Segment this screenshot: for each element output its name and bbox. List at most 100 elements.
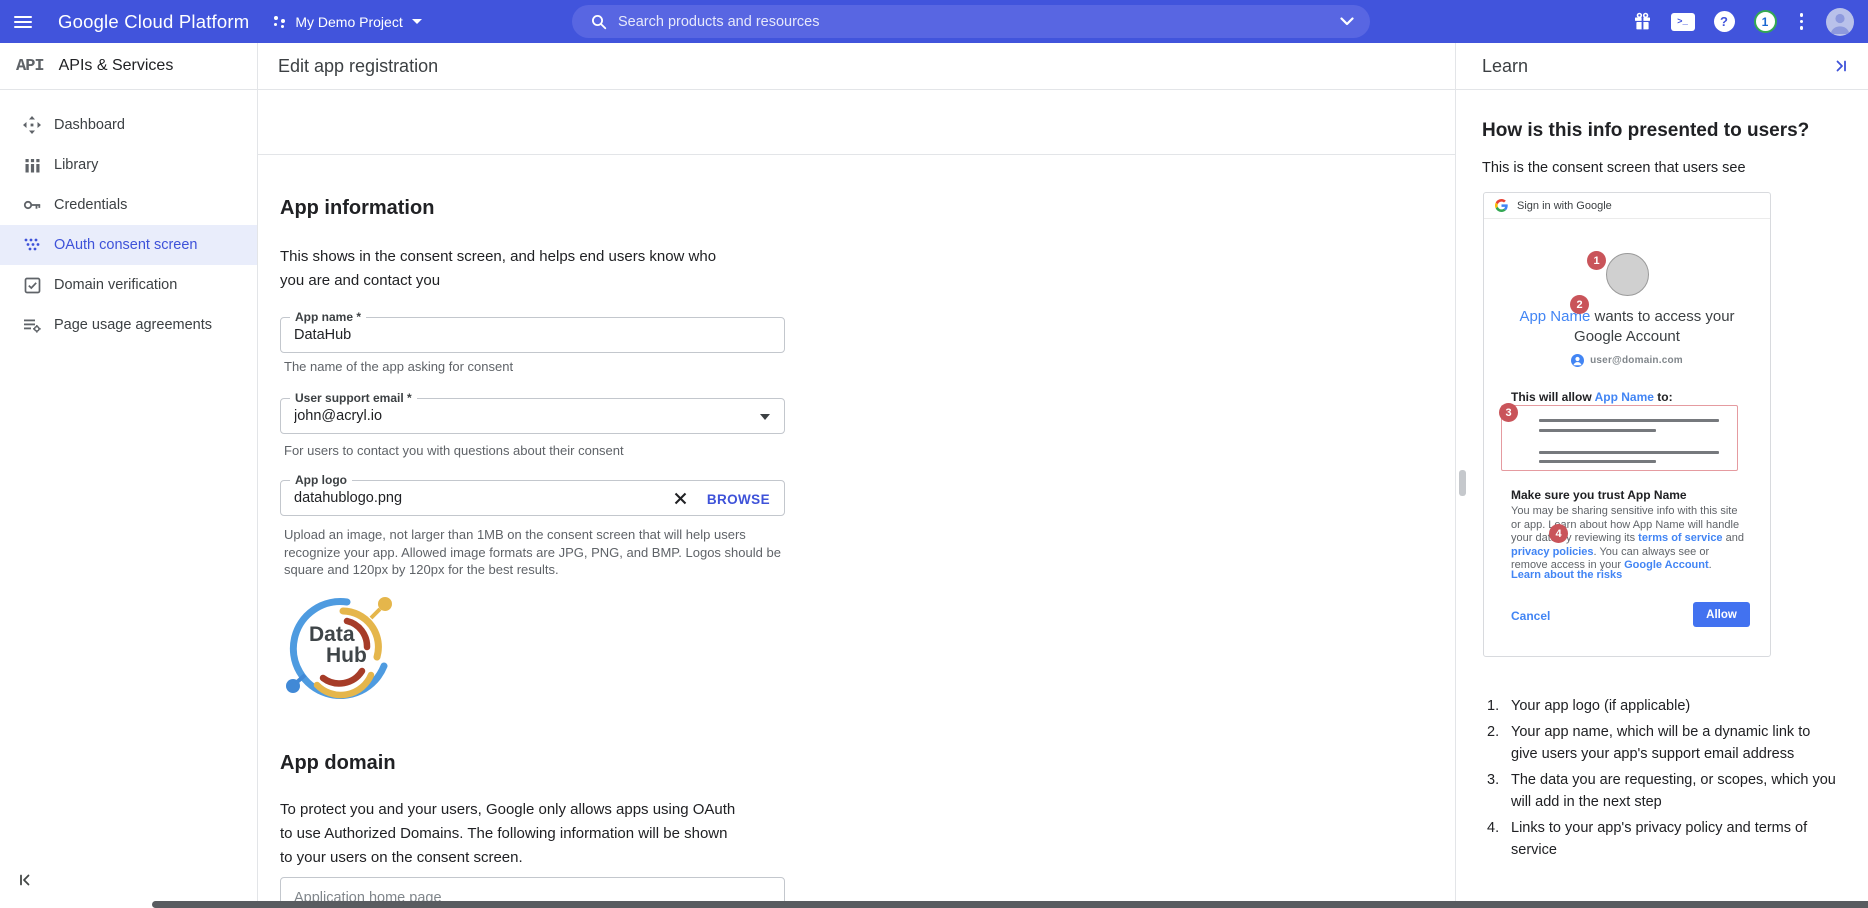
search-expand-chevron-icon[interactable] <box>1340 17 1354 26</box>
horizontal-scrollbar[interactable] <box>152 901 1868 908</box>
legend-item: 1.Your app logo (if applicable) <box>1487 695 1839 718</box>
cancel-button[interactable]: Cancel <box>1511 609 1550 623</box>
app-domain-heading: App domain <box>280 752 396 775</box>
app-logo-placeholder <box>1606 253 1649 296</box>
legend-item: 3.The data you are requesting, or scopes… <box>1487 769 1839 814</box>
sidebar-item-domain-verification[interactable]: Domain verification <box>0 265 257 305</box>
callout-badge-3: 3 <box>1499 403 1518 422</box>
gcp-console: Google Cloud Platform My Demo Project <box>0 0 1868 908</box>
sidebar-item-dashboard[interactable]: Dashboard <box>0 105 257 145</box>
app-logo-field[interactable]: App logo BROWSE <box>280 480 785 516</box>
sidebar-item-label: Page usage agreements <box>54 317 212 333</box>
list-gear-icon <box>23 316 41 334</box>
account-avatar[interactable] <box>1826 8 1854 36</box>
form-content: App information This shows in the consen… <box>258 155 1455 908</box>
app-logo-helper: Upload an image, not larger than 1MB on … <box>284 526 786 579</box>
gift-icon[interactable] <box>1633 12 1652 31</box>
scope-line <box>1539 460 1656 463</box>
sidebar-header: API APIs & Services <box>0 43 257 90</box>
library-icon <box>23 156 41 174</box>
scope-line <box>1539 419 1719 422</box>
sidebar-item-label: Domain verification <box>54 277 177 293</box>
project-icon <box>273 14 287 30</box>
app-logo-preview: Data Hub <box>283 585 397 710</box>
top-app-bar: Google Cloud Platform My Demo Project <box>0 0 1868 43</box>
vertical-scrollbar[interactable] <box>1459 470 1466 496</box>
sidebar-item-library[interactable]: Library <box>0 145 257 185</box>
app-name-helper: The name of the app asking for consent <box>284 358 513 376</box>
project-selector[interactable]: My Demo Project <box>273 14 421 30</box>
panel-divider <box>1455 43 1456 908</box>
consent-preview-header: Sign in with Google <box>1484 193 1770 219</box>
learn-titlebar: Learn <box>1456 43 1868 90</box>
notifications-badge[interactable]: 1 <box>1754 10 1777 33</box>
gcp-logo[interactable]: Google Cloud Platform <box>58 11 249 33</box>
user-avatar-icon <box>1571 354 1584 367</box>
app-logo-filename-input[interactable] <box>281 481 631 515</box>
topbar-actions: >_ ? 1 <box>1633 0 1855 43</box>
sidebar-item-label: Library <box>54 157 98 173</box>
clear-logo-icon[interactable] <box>673 491 688 511</box>
sidebar-item-oauth-consent-screen[interactable]: OAuth consent screen <box>0 225 257 265</box>
project-name: My Demo Project <box>295 14 402 30</box>
consent-title: App Name wants to access your Google Acc… <box>1508 307 1746 346</box>
search-bar[interactable] <box>572 5 1370 38</box>
app-name-field[interactable]: App name * <box>280 317 785 353</box>
sidebar-item-label: Dashboard <box>54 117 125 133</box>
consent-user-email: user@domain.com <box>1590 355 1683 366</box>
app-information-heading: App information <box>280 197 434 220</box>
callout-badge-4: 4 <box>1549 524 1568 543</box>
google-account-link[interactable]: Google Account <box>1624 559 1709 571</box>
search-input[interactable] <box>618 14 1321 30</box>
consent-screen-preview: Sign in with Google 1 2 App Name wants t… <box>1483 192 1771 657</box>
collapse-sidebar-icon[interactable] <box>18 873 33 892</box>
logo-word-data: Data <box>309 623 355 646</box>
consent-user-row: user@domain.com <box>1484 354 1770 367</box>
sidebar-title: APIs & Services <box>59 57 174 75</box>
support-email-select[interactable] <box>281 399 784 433</box>
page-titlebar: Edit app registration <box>258 43 1455 90</box>
page-title: Edit app registration <box>278 56 438 77</box>
callout-badge-1: 1 <box>1587 251 1606 270</box>
sidebar-item-page-usage-agreements[interactable]: Page usage agreements <box>0 305 257 345</box>
consent-legend-list: 1.Your app logo (if applicable) 2.Your a… <box>1487 695 1839 865</box>
oauth-consent-icon <box>23 236 41 254</box>
learn-about-risks-link[interactable]: Learn about the risks <box>1511 569 1622 581</box>
privacy-policies-link[interactable]: privacy policies <box>1511 546 1594 558</box>
chevron-down-icon <box>412 19 422 24</box>
learn-panel: Learn How is this info presented to user… <box>1456 43 1868 908</box>
allow-button[interactable]: Allow <box>1693 602 1750 627</box>
google-g-icon <box>1495 199 1508 212</box>
logo-word-hub: Hub <box>326 644 367 667</box>
terms-of-service-link[interactable]: terms of service <box>1638 532 1722 544</box>
support-email-helper: For users to contact you with questions … <box>284 442 624 460</box>
learn-subheading: This is the consent screen that users se… <box>1482 160 1746 176</box>
collapse-learn-panel-icon[interactable] <box>1833 59 1848 73</box>
sidebar-item-label: OAuth consent screen <box>54 237 197 253</box>
search-icon <box>591 14 607 30</box>
scope-line <box>1539 451 1719 454</box>
consent-allow-heading: This will allow App Name to: <box>1511 390 1673 404</box>
trust-paragraph: You may be sharing sensitive info with t… <box>1511 505 1747 573</box>
sidebar-item-credentials[interactable]: Credentials <box>0 185 257 225</box>
learn-title: Learn <box>1482 56 1528 77</box>
scope-line <box>1539 429 1656 432</box>
more-options-icon[interactable] <box>1796 13 1808 30</box>
trust-heading: Make sure you trust App Name <box>1511 488 1687 502</box>
sidebar-item-label: Credentials <box>54 197 127 213</box>
checkbox-check-icon <box>23 276 41 294</box>
api-product-icon: API <box>16 57 44 76</box>
cloud-shell-icon[interactable]: >_ <box>1671 13 1695 31</box>
learn-heading: How is this info presented to users? <box>1482 120 1809 142</box>
consent-header-text: Sign in with Google <box>1517 200 1612 212</box>
sidebar: API APIs & Services Dashboard <box>0 43 258 908</box>
hamburger-menu-icon[interactable] <box>0 0 46 43</box>
browse-button[interactable]: BROWSE <box>703 490 774 509</box>
key-icon <box>23 196 41 214</box>
legend-item: 2.Your app name, which will be a dynamic… <box>1487 721 1839 766</box>
help-icon[interactable]: ? <box>1714 11 1735 32</box>
support-email-field[interactable]: User support email * <box>280 398 785 434</box>
callout-badge-2: 2 <box>1570 295 1589 314</box>
app-name-input[interactable] <box>281 318 784 352</box>
dashboard-icon <box>23 116 41 134</box>
